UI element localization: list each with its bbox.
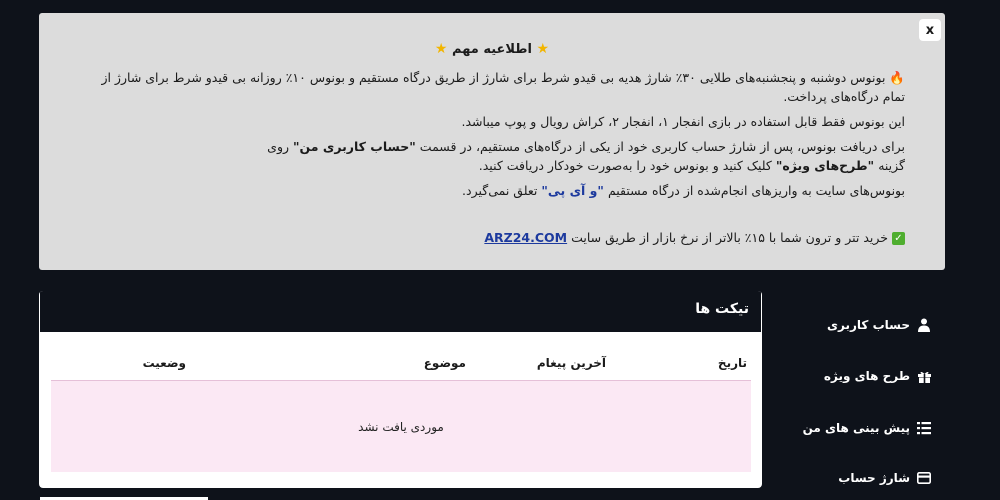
notice-line-text: بونوس دوشنبه و پنجشنبه‌های طلایی ۳۰٪ شار… bbox=[101, 70, 905, 104]
notice-line: این بونوس فقط قابل استفاده در بازی انفجا… bbox=[85, 112, 906, 131]
user-icon bbox=[916, 317, 932, 333]
sidebar-item-account[interactable]: حساب کاربری bbox=[827, 317, 932, 333]
table-header: تاریخ آخرین پیغام موضوع وضعیت bbox=[51, 332, 751, 381]
notice-body: 🔥 بونوس دوشنبه و پنجشنبه‌های طلایی ۳۰٪ ش… bbox=[85, 68, 905, 253]
notice-line: بونوس‌های سایت به واریزهای انجام‌شده از … bbox=[85, 181, 905, 200]
notice-line-text: خرید تتر و ترون شما با ۱۵٪ بالاتر از نرخ… bbox=[571, 230, 889, 245]
sidebar-item-label: شارژ حساب bbox=[838, 471, 910, 485]
notice-line-text: برای دریافت بونوس، پس از شارژ حساب کاربر… bbox=[419, 139, 905, 154]
star-icon: ★ bbox=[434, 41, 448, 57]
column-subject: موضوع bbox=[423, 356, 466, 370]
notice-line-text: این بونوس فقط قابل استفاده در بازی انفجا… bbox=[461, 114, 906, 129]
star-icon: ★ bbox=[536, 41, 550, 57]
check-icon: ✓ bbox=[892, 232, 905, 245]
notice-title: ★ اطلاعیه مهم ★ bbox=[39, 41, 945, 57]
sidebar-item-charge[interactable]: شارژ حساب bbox=[838, 470, 932, 486]
sidebar-item-label: طرح های ویژه bbox=[823, 369, 910, 383]
gift-icon bbox=[916, 368, 932, 384]
close-button[interactable]: x bbox=[919, 19, 941, 41]
card-icon bbox=[916, 470, 932, 486]
tickets-panel: تیکت ها تاریخ آخرین پیغام موضوع وضعیت مو… bbox=[39, 291, 762, 488]
sidebar-item-special-plans[interactable]: طرح های ویژه bbox=[824, 368, 932, 384]
sidebar-item-label: حساب کاربری bbox=[827, 318, 910, 332]
notice-line-text: کلیک کنید و بونوس خود را به‌صورت خودکار … bbox=[478, 158, 772, 173]
notice-line: ✓ خرید تتر و ترون شما با ۱۵٪ بالاتر از ن… bbox=[85, 228, 905, 247]
notice-title-text: اطلاعیه مهم bbox=[452, 42, 532, 57]
column-date: تاریخ bbox=[717, 356, 747, 370]
notice-line: برای دریافت بونوس، پس از شارژ حساب کاربر… bbox=[255, 137, 905, 175]
fire-icon: 🔥 bbox=[889, 70, 905, 85]
highlight-text: "حساب کاربری من" bbox=[293, 139, 416, 154]
notice-line-text: بونوس‌های سایت به واریزهای انجام‌شده از … bbox=[607, 183, 905, 198]
list-icon bbox=[916, 420, 932, 436]
notice-line: 🔥 بونوس دوشنبه و پنجشنبه‌های طلایی ۳۰٪ ش… bbox=[85, 68, 905, 106]
highlight-text: "و آی پی" bbox=[541, 183, 604, 198]
tickets-table: تاریخ آخرین پیغام موضوع وضعیت موردی یافت… bbox=[51, 332, 751, 472]
empty-message: موردی یافت نشد bbox=[358, 419, 444, 434]
notice-panel: x ★ اطلاعیه مهم ★ 🔥 بونوس دوشنبه و پنجشن… bbox=[39, 13, 945, 270]
column-status: وضعیت bbox=[142, 356, 186, 370]
notice-line-text: تعلق نمی‌گیرد. bbox=[462, 183, 538, 198]
tickets-title: تیکت ها bbox=[39, 291, 762, 332]
sidebar-item-label: پیش بینی های من bbox=[802, 421, 910, 435]
highlight-text: "طرح‌های ویژه" bbox=[775, 158, 875, 173]
arz24-link[interactable]: ARZ24.COM bbox=[484, 230, 567, 245]
empty-row: موردی یافت نشد bbox=[51, 381, 751, 472]
sidebar-item-predictions[interactable]: پیش بینی های من bbox=[803, 420, 932, 436]
column-last-message: آخرین پیغام bbox=[536, 356, 606, 370]
